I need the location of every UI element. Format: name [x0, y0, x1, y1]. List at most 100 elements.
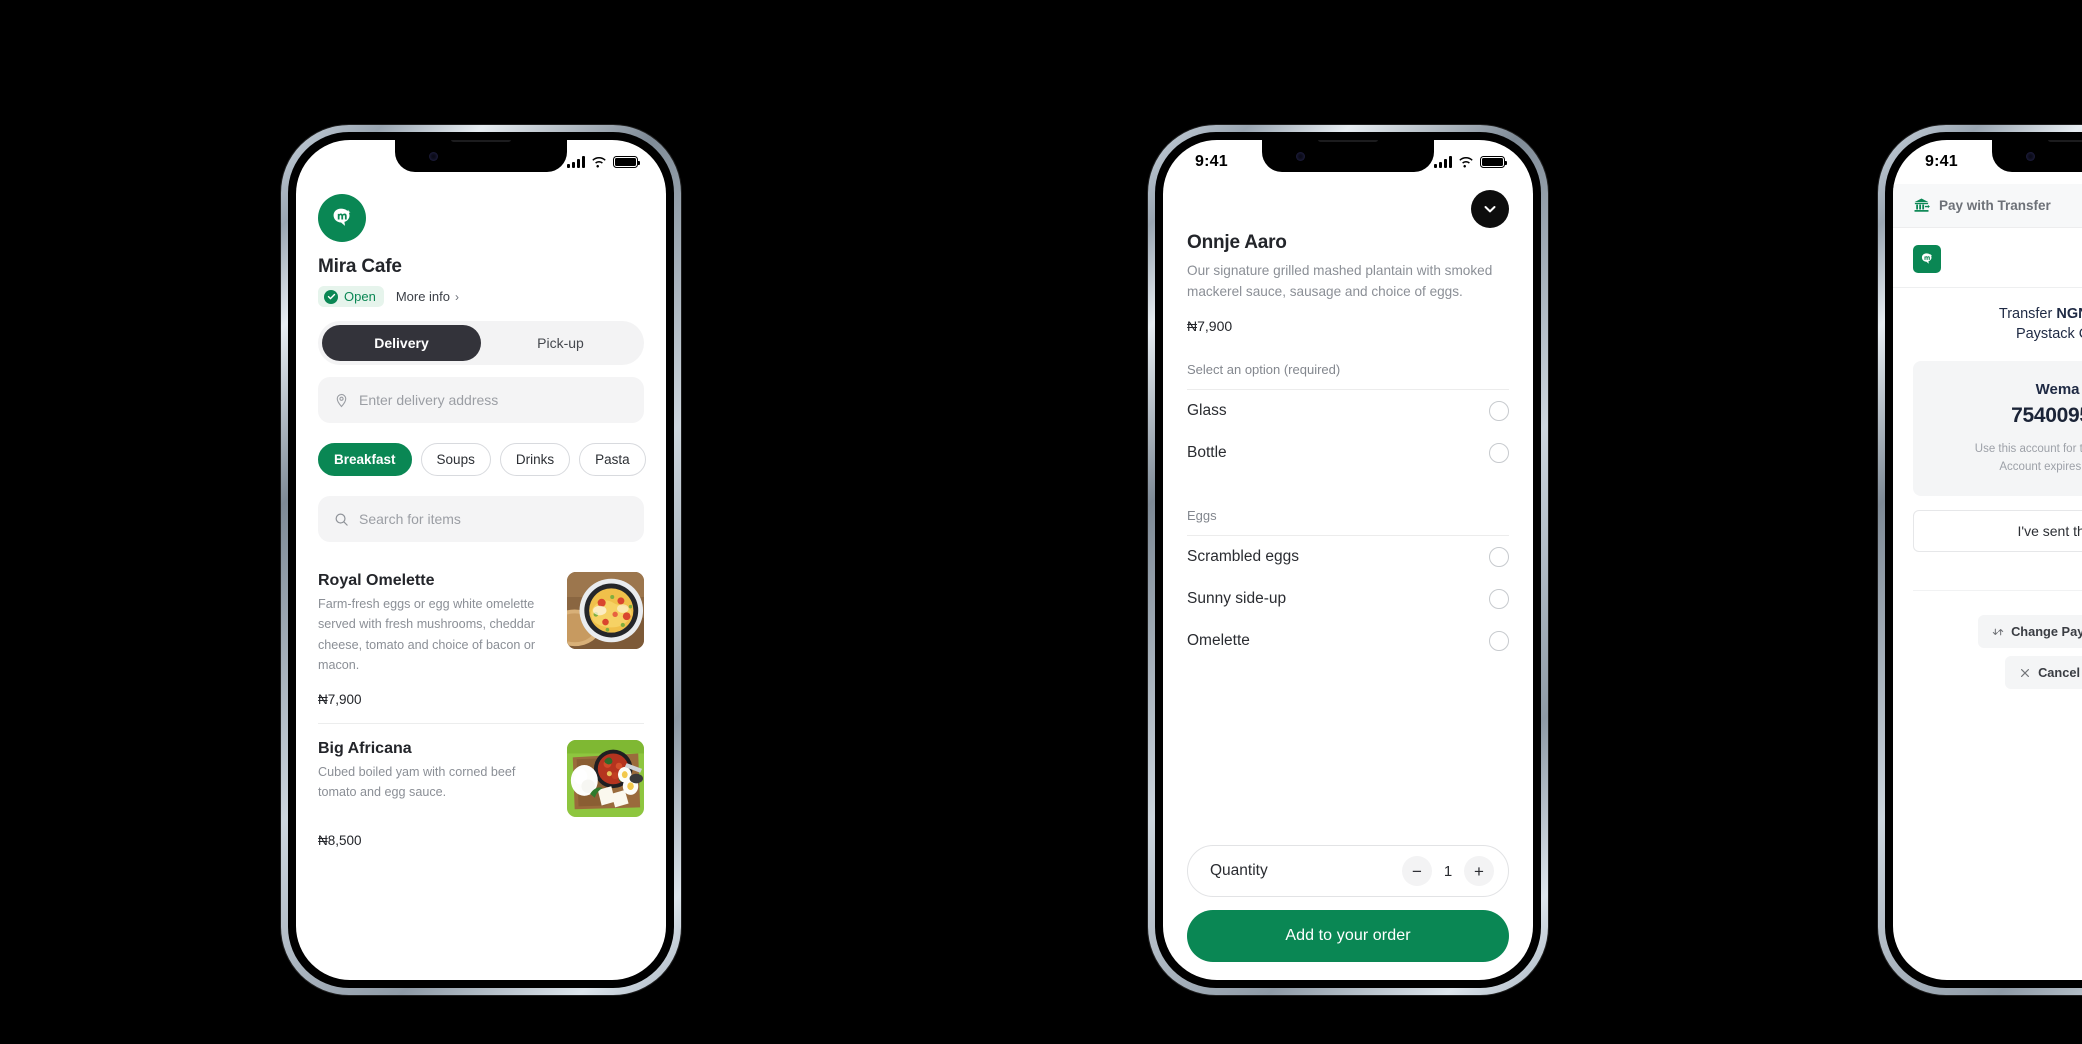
status-time: 9:41: [1925, 153, 1958, 170]
menu-item-price: ₦8,500: [318, 832, 362, 848]
option-row-omelette[interactable]: Omelette: [1187, 620, 1509, 662]
option-label: Scrambled eggs: [1187, 548, 1300, 566]
status-bar: 9:41: [1163, 140, 1533, 184]
status-icons: [1434, 156, 1508, 168]
category-chip-breakfast[interactable]: Breakfast: [318, 443, 412, 476]
page-title: Mira Cafe: [318, 256, 402, 277]
radio-button[interactable]: [1489, 631, 1509, 652]
status-badge: Open: [318, 286, 384, 307]
check-circle-icon: [324, 289, 338, 304]
status-bar: [296, 140, 666, 184]
payment-method-topbar: Pay with Transfer: [1893, 184, 2082, 228]
transfer-recipient: Paystack Checkout: [2015, 326, 2082, 343]
mira-logo-icon: [318, 194, 366, 242]
status-badge-label: Open: [344, 289, 376, 304]
add-to-order-button[interactable]: Add to your order: [1187, 910, 1509, 962]
cellular-bars-icon: [567, 156, 585, 168]
status-icons: [567, 156, 641, 168]
collapse-button[interactable]: [1471, 190, 1509, 228]
transfer-prefix: Transfer: [1998, 306, 2053, 322]
search-input[interactable]: Search for items: [318, 496, 644, 542]
quantity-stepper: Quantity − 1 +: [1187, 845, 1509, 897]
option-label: Glass: [1187, 402, 1227, 420]
change-payment-method-button[interactable]: Change Payment Method: [1978, 615, 2082, 649]
payment-secondary-actions: Change Payment Method Cancel Payment: [1913, 590, 2082, 690]
phone-mockup-payment: 9:41 Pay with Transfer Transfer NG Payst…: [1878, 125, 2082, 995]
payment-method-label: Pay with Transfer: [1939, 198, 2051, 213]
chevron-right-icon: ›: [455, 289, 460, 304]
bank-name: Wema Bank: [2035, 380, 2082, 398]
phone-bezel: 9:41 Pay with Transfer Transfer NG Payst…: [1885, 132, 2082, 988]
item-title: Onnje Aaro: [1187, 232, 1287, 253]
fulfilment-tabs: Delivery Pick-up: [318, 321, 644, 365]
radio-button[interactable]: [1489, 443, 1509, 464]
option-row-sunny-side-up[interactable]: Sunny side-up: [1187, 578, 1509, 620]
phone-screen-payment: 9:41 Pay with Transfer Transfer NG Payst…: [1893, 140, 2082, 980]
bank-transfer-icon: [1914, 198, 1930, 212]
radio-button[interactable]: [1489, 589, 1509, 610]
quantity-increase-button[interactable]: +: [1464, 856, 1494, 886]
option-group-label: Select an option (required): [1187, 362, 1341, 378]
wifi-icon: [1459, 157, 1473, 168]
item-detail-footer: Quantity − 1 + Add to your order: [1187, 845, 1509, 980]
search-placeholder: Search for items: [359, 511, 461, 527]
item-description: Our signature grilled mashed plantain wi…: [1187, 263, 1493, 300]
option-row-glass[interactable]: Glass: [1187, 390, 1509, 432]
bank-account-note: Use this account for this transaction on…: [1929, 440, 2082, 477]
transfer-instruction: Transfer NGN 9,045.5 to Paystack Checkou…: [1913, 304, 2082, 345]
radio-button[interactable]: [1489, 401, 1509, 422]
bank-note-line1: Use this account for this transaction on…: [1974, 442, 2082, 455]
category-chip-pasta[interactable]: Pasta: [579, 443, 646, 476]
option-group-required: Select an option (required) Glass Bottle: [1187, 362, 1509, 474]
wifi-icon: [592, 157, 606, 168]
option-label: Omelette: [1187, 632, 1250, 650]
search-icon: [335, 513, 348, 526]
delivery-address-input[interactable]: Enter delivery address: [318, 377, 644, 423]
phone-screen-menu: Mira Cafe Open More info › Delivery Pick…: [296, 140, 666, 980]
close-icon: [2021, 668, 2030, 677]
change-payment-method-label: Change Payment Method: [2011, 624, 2082, 640]
account-number-row: 7540095066: [1929, 404, 2082, 428]
yam-stew-platter-photo: [567, 739, 644, 817]
category-chip-soups[interactable]: Soups: [420, 443, 491, 476]
category-chip-drinks[interactable]: Drinks: [499, 443, 571, 476]
radio-button[interactable]: [1489, 547, 1509, 568]
bank-account-card: Wema Bank 7540095066 Use this account fo…: [1913, 360, 2082, 497]
tab-pickup[interactable]: Pick-up: [481, 325, 640, 361]
cellular-bars-icon: [1434, 156, 1452, 168]
payment-body: Transfer NGN 9,045.5 to Paystack Checkou…: [1893, 288, 2082, 690]
store-meta: Open More info ›: [318, 286, 644, 307]
item-detail-body: Onnje Aaro Our signature grilled mashed …: [1163, 184, 1533, 980]
transfer-amount: NGN 9,045.5: [2056, 306, 2082, 322]
merchant-row: seike@usemira.com Pay NGN 9,045.5: [1893, 228, 2082, 288]
status-time: 9:41: [1195, 153, 1228, 170]
chevron-down-icon: [1484, 206, 1496, 213]
list-item[interactable]: Big Africana Cubed boiled yam with corne…: [318, 722, 644, 864]
mira-logo-icon: [1913, 244, 1941, 273]
option-label: Bottle: [1187, 444, 1227, 462]
phone-mockup-menu: Mira Cafe Open More info › Delivery Pick…: [281, 125, 681, 995]
category-chips: Breakfast Soups Drinks Pasta: [318, 443, 646, 476]
option-row-bottle[interactable]: Bottle: [1187, 432, 1509, 474]
quantity-value: 1: [1443, 862, 1453, 880]
menu-item-description: Farm-fresh eggs or egg white omelette se…: [318, 597, 536, 673]
option-group-label: Eggs: [1187, 508, 1217, 524]
status-bar: 9:41: [1893, 140, 2082, 184]
tab-delivery[interactable]: Delivery: [322, 325, 481, 361]
menu-item-price: ₦7,900: [318, 691, 362, 707]
phone-bezel: 9:41 Onnje Aaro Our signature grilled ma: [1155, 132, 1541, 988]
more-info-link[interactable]: More info ›: [396, 289, 459, 304]
sent-money-button[interactable]: I've sent the money: [1913, 510, 2082, 553]
menu-scroll-area[interactable]: Mira Cafe Open More info › Delivery Pick…: [296, 184, 666, 980]
quantity-decrease-button[interactable]: −: [1402, 856, 1432, 886]
option-row-scrambled-eggs[interactable]: Scrambled eggs: [1187, 536, 1509, 578]
menu-item-name: Royal Omelette: [318, 572, 435, 589]
more-info-label: More info: [395, 289, 451, 304]
option-group-eggs: Eggs Scrambled eggs Sunny side-up Omelet…: [1187, 508, 1509, 662]
cancel-payment-button[interactable]: Cancel Payment: [2005, 656, 2082, 690]
option-label: Sunny side-up: [1187, 590, 1287, 608]
menu-item-description: Cubed boiled yam with corned beef tomato…: [318, 764, 516, 799]
location-pin-icon: [336, 393, 347, 407]
phone-bezel: Mira Cafe Open More info › Delivery Pick…: [288, 132, 674, 988]
list-item[interactable]: Royal Omelette Farm-fresh eggs or egg wh…: [318, 556, 644, 723]
